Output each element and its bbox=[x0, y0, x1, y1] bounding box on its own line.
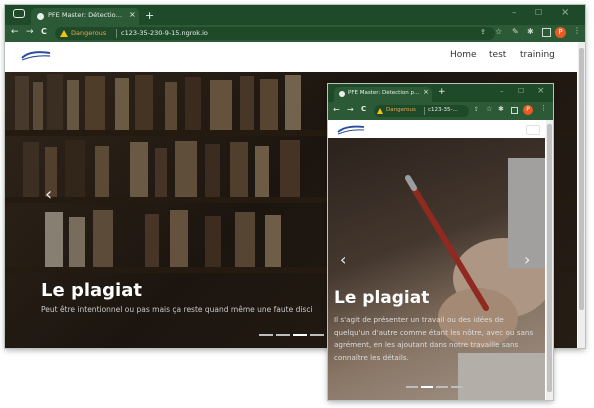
sidebar-icon[interactable] bbox=[542, 28, 551, 37]
new-tab-button[interactable]: + bbox=[438, 87, 446, 97]
address-toolbar: ← → C Dangerous c123-35-... ⇪ ☆ ✱ P ⋮ bbox=[328, 102, 553, 120]
maximize-button[interactable]: ☐ bbox=[518, 87, 524, 95]
site-logo[interactable] bbox=[336, 125, 366, 135]
profile-avatar[interactable]: P bbox=[555, 27, 566, 38]
close-window-button[interactable]: × bbox=[537, 86, 545, 96]
share-icon[interactable]: ⇪ bbox=[474, 106, 479, 113]
url-text[interactable]: c123-35-... bbox=[428, 107, 458, 113]
new-tab-button[interactable]: + bbox=[145, 9, 154, 22]
carousel-prev-button[interactable]: ‹ bbox=[45, 184, 52, 205]
carousel-indicator[interactable] bbox=[259, 334, 273, 336]
carousel-indicator[interactable] bbox=[451, 386, 463, 388]
reload-button[interactable]: C bbox=[361, 105, 366, 113]
back-button[interactable]: ← bbox=[333, 105, 340, 114]
address-toolbar: ← → C Dangerous c123-35-230-9-15.ngrok.i… bbox=[5, 25, 585, 42]
security-status[interactable]: Dangerous bbox=[386, 107, 416, 113]
reload-button[interactable]: C bbox=[41, 27, 47, 36]
carousel-caption-text: Peut être intentionnel ou pas mais ça re… bbox=[41, 305, 313, 314]
browser-tab[interactable]: PFE Master: Détection plagiat en × bbox=[31, 8, 139, 25]
menu-icon[interactable]: ⋮ bbox=[540, 104, 547, 112]
nav-link-home[interactable]: Home bbox=[450, 50, 477, 60]
security-status[interactable]: Dangerous bbox=[71, 29, 106, 37]
scrollbar-thumb[interactable] bbox=[547, 124, 552, 392]
carousel-indicator[interactable] bbox=[436, 386, 448, 388]
scrollbar-thumb[interactable] bbox=[579, 48, 584, 310]
tab-close-icon[interactable]: × bbox=[423, 88, 429, 96]
forward-button[interactable]: → bbox=[347, 105, 354, 114]
second-browser-window: PFE Master: Détection plagiat × + – ☐ × … bbox=[328, 84, 553, 400]
puzzle-icon[interactable]: ✱ bbox=[527, 27, 534, 36]
site-favicon bbox=[37, 13, 44, 20]
minimize-button[interactable]: – bbox=[512, 8, 517, 18]
carousel-caption-text: Il s'agit de présenter un travail ou des… bbox=[334, 315, 534, 362]
tab-title: PFE Master: Détection plagiat en bbox=[48, 11, 124, 19]
site-navbar: Home test training bbox=[5, 42, 585, 72]
close-window-button[interactable]: × bbox=[561, 7, 569, 18]
carousel-next-button[interactable]: › bbox=[524, 250, 530, 269]
web-page: ‹ › Le plagiat Il s'agit de présenter un… bbox=[328, 120, 553, 400]
tab-close-icon[interactable]: × bbox=[129, 10, 136, 19]
page-scrollbar[interactable] bbox=[578, 42, 585, 348]
tab-strip: PFE Master: Détection plagiat × + – ☐ × bbox=[328, 84, 553, 102]
divider bbox=[424, 107, 425, 115]
forward-button[interactable]: → bbox=[26, 27, 34, 37]
divider bbox=[116, 29, 117, 38]
browser-tab[interactable]: PFE Master: Détection plagiat × bbox=[334, 87, 432, 102]
site-favicon bbox=[339, 91, 345, 97]
warning-icon bbox=[377, 108, 383, 114]
maximize-button[interactable]: ☐ bbox=[535, 8, 542, 17]
tab-title: PFE Master: Détection plagiat bbox=[348, 90, 420, 96]
minimize-button[interactable]: – bbox=[500, 87, 504, 95]
share-icon[interactable]: ⇪ bbox=[480, 28, 486, 36]
sidebar-icon[interactable] bbox=[511, 107, 518, 114]
puzzle-icon[interactable]: ✱ bbox=[498, 105, 504, 113]
carousel-indicator-active[interactable] bbox=[293, 334, 307, 336]
url-text[interactable]: c123-35-230-9-15.ngrok.io bbox=[121, 29, 208, 37]
carousel-indicator[interactable] bbox=[310, 334, 324, 336]
profile-avatar[interactable]: P bbox=[523, 105, 533, 115]
star-icon[interactable]: ☆ bbox=[495, 27, 502, 36]
address-bar[interactable]: Dangerous c123-35-230-9-15.ngrok.io bbox=[55, 27, 495, 40]
nav-link-test[interactable]: test bbox=[489, 50, 506, 60]
carousel-indicator[interactable] bbox=[406, 386, 418, 388]
address-bar[interactable]: Dangerous c123-35-... bbox=[374, 105, 469, 117]
page-scrollbar[interactable] bbox=[546, 120, 553, 400]
carousel-indicator-active[interactable] bbox=[421, 386, 433, 388]
carousel: ‹ › Le plagiat Il s'agit de présenter un… bbox=[328, 138, 545, 400]
warning-icon bbox=[60, 30, 68, 37]
nav-link-training[interactable]: training bbox=[520, 50, 555, 60]
back-button[interactable]: ← bbox=[11, 27, 19, 37]
carousel-caption-title: Le plagiat bbox=[41, 280, 142, 301]
menu-icon[interactable]: ⋮ bbox=[573, 26, 581, 35]
pen-icon[interactable]: ✎ bbox=[512, 27, 519, 36]
carousel-prev-button[interactable]: ‹ bbox=[340, 250, 346, 269]
site-navbar bbox=[328, 120, 553, 138]
navbar-toggler[interactable] bbox=[526, 125, 540, 135]
star-icon[interactable]: ☆ bbox=[486, 105, 492, 113]
carousel-indicator[interactable] bbox=[276, 334, 290, 336]
tab-strip: PFE Master: Détection plagiat en × + – ☐… bbox=[5, 5, 585, 25]
tab-search-icon[interactable] bbox=[13, 9, 25, 18]
carousel-caption-title: Le plagiat bbox=[334, 288, 430, 308]
site-logo[interactable] bbox=[20, 50, 52, 62]
